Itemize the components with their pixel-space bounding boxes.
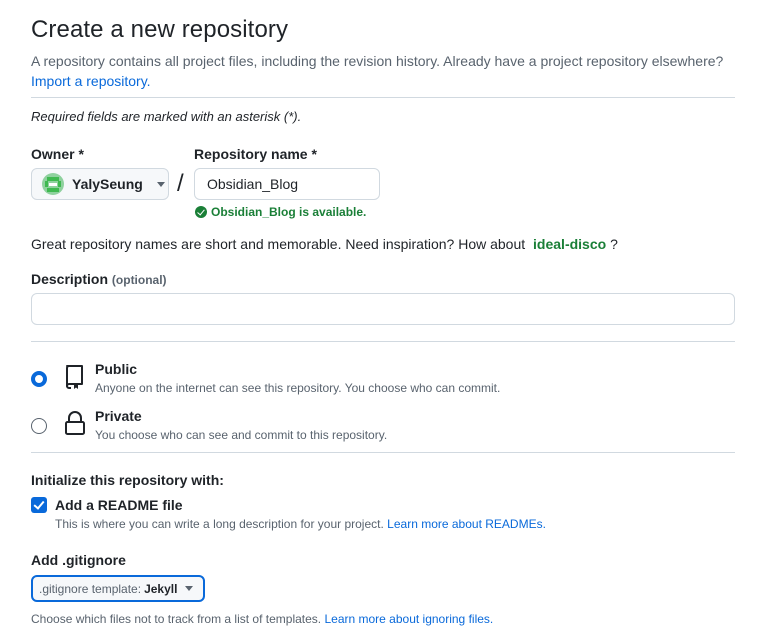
lock-icon	[65, 411, 85, 435]
repo-name-input[interactable]	[194, 168, 380, 200]
name-inspiration: Great repository names are short and mem…	[31, 236, 618, 252]
gitignore-desc: Choose which files not to track from a l…	[31, 612, 493, 626]
owner-label: Owner *	[31, 146, 84, 162]
intro-text: A repository contains all project files,…	[31, 53, 724, 69]
readme-desc-text: This is where you can write a long descr…	[55, 517, 384, 531]
chevron-down-icon	[185, 586, 194, 591]
required-note: Required fields are marked with an aster…	[31, 109, 302, 124]
gitignore-label: Add .gitignore	[31, 552, 126, 568]
readme-checkbox[interactable]	[31, 497, 47, 513]
owner-name: YalySeung	[72, 176, 143, 192]
private-radio[interactable]	[31, 418, 47, 434]
avatar-icon	[42, 173, 64, 195]
gitignore-desc-text: Choose which files not to track from a l…	[31, 612, 322, 626]
gitignore-value: Jekyll	[144, 581, 178, 596]
availability-status: Obsidian_Blog is available.	[195, 205, 366, 219]
private-desc: You choose who can see and commit to thi…	[95, 428, 388, 442]
description-label: Description (optional)	[31, 271, 167, 287]
chevron-down-icon	[156, 181, 165, 187]
public-title: Public	[95, 361, 138, 377]
description-label-text: Description	[31, 271, 109, 287]
availability-text: Obsidian_Blog is available.	[211, 205, 367, 219]
inspiration-suffix: ?	[610, 236, 618, 252]
owner-repo-separator: /	[177, 170, 184, 197]
check-circle-icon	[195, 206, 207, 218]
gitignore-select[interactable]: .gitignore template: Jekyll	[31, 575, 205, 602]
divider	[31, 452, 735, 453]
description-input[interactable]	[31, 293, 735, 325]
repo-icon	[66, 365, 83, 389]
page-intro: A repository contains all project files,…	[31, 51, 751, 91]
import-repository-link[interactable]: Import a repository.	[31, 73, 151, 89]
readme-desc: This is where you can write a long descr…	[55, 517, 546, 531]
page-title: Create a new repository	[31, 16, 289, 43]
public-desc: Anyone on the internet can see this repo…	[95, 381, 501, 395]
readme-title: Add a README file	[55, 497, 183, 513]
gitignore-learn-more-link[interactable]: Learn more about ignoring files.	[324, 612, 493, 626]
readme-learn-more-link[interactable]: Learn more about READMEs.	[387, 517, 546, 531]
optional-tag: (optional)	[111, 273, 167, 287]
public-radio[interactable]	[31, 371, 47, 387]
private-title: Private	[95, 408, 142, 424]
repo-name-label: Repository name *	[194, 146, 317, 162]
initialize-label: Initialize this repository with:	[31, 472, 224, 488]
gitignore-prefix: .gitignore template:	[39, 581, 142, 596]
owner-select[interactable]: YalySeung	[31, 168, 169, 200]
name-suggestion-link[interactable]: ideal-disco	[533, 236, 606, 252]
divider	[31, 97, 735, 98]
inspiration-text: Great repository names are short and mem…	[31, 236, 526, 252]
divider	[31, 341, 735, 342]
